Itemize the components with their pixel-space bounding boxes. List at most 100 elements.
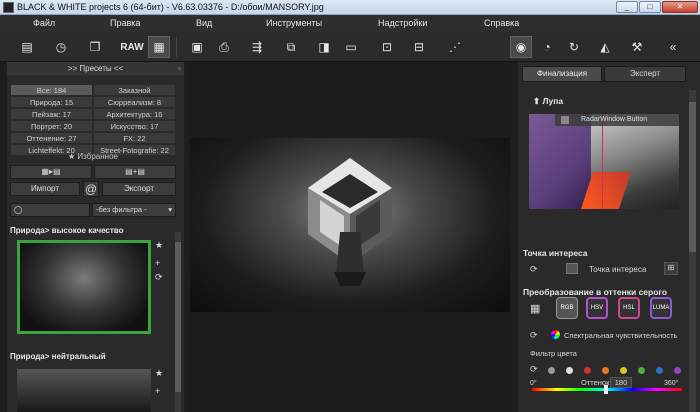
filter-blue-dot[interactable]	[656, 367, 663, 374]
menu-addons[interactable]: Надстройки	[378, 18, 427, 28]
loupe-preview[interactable]: RadarWindow Button	[529, 114, 679, 209]
compare-icon[interactable]: ▭	[340, 36, 362, 58]
filter-select[interactable]: -без фильтра - ▾	[92, 203, 176, 217]
mode-hsl-button[interactable]: HSL	[618, 297, 640, 319]
favorites-label[interactable]: ★ Избранное	[10, 151, 176, 163]
chevron-down-icon: ▾	[168, 205, 172, 214]
mode-label: LUMA	[652, 305, 670, 311]
sync-icon[interactable]: ⟳	[155, 272, 163, 283]
presets-scrollbar[interactable]	[175, 232, 181, 412]
add-list-icon[interactable]: ▤+▤	[94, 165, 176, 179]
tab-expert[interactable]: Эксперт	[604, 66, 686, 82]
collapse-icon[interactable]: «	[662, 36, 684, 58]
export-button[interactable]: Экспорт	[102, 182, 176, 196]
open-file-icon[interactable]: ▤	[16, 36, 38, 58]
grid-icon[interactable]: ▦	[530, 302, 540, 315]
filter-purple-dot[interactable]	[674, 367, 681, 374]
filter-gray-dot[interactable]	[548, 367, 555, 374]
clock-settings-icon[interactable]: ◔	[536, 36, 558, 58]
sync-icon[interactable]: ⟳	[530, 330, 538, 341]
batch-icon[interactable]: ⧉	[280, 36, 302, 58]
poi-settings-icon[interactable]: ⊞	[664, 262, 678, 275]
gallery-icon[interactable]: ▦	[148, 36, 170, 58]
category-item[interactable]: Оттенение: 27	[10, 132, 93, 144]
menu-help[interactable]: Справка	[484, 18, 519, 28]
favorite-star-icon[interactable]: ★	[155, 368, 163, 379]
grayscale-title: Преобразование в оттенки серого	[523, 287, 668, 297]
sync-icon[interactable]: ⟳	[530, 364, 538, 375]
tab-finalization[interactable]: Финализация	[522, 66, 602, 82]
close-button[interactable]: ✕	[662, 1, 698, 13]
split-line[interactable]	[602, 114, 603, 209]
preset-thumbnail[interactable]	[17, 240, 151, 334]
save-icon[interactable]: ▣	[186, 36, 208, 58]
maximize-button[interactable]: □	[639, 1, 661, 13]
color-filter-label: Фильтр цвета	[530, 349, 577, 358]
image-canvas[interactable]	[189, 62, 511, 412]
minimize-button[interactable]: _	[616, 1, 638, 13]
redo-icon[interactable]: ↻	[563, 36, 585, 58]
hue-input[interactable]: 180	[610, 377, 632, 388]
filter-green-dot[interactable]	[638, 367, 645, 374]
filter-white-dot[interactable]	[566, 367, 573, 374]
category-custom[interactable]: Заказной	[93, 84, 176, 96]
add-icon[interactable]: +	[155, 386, 160, 396]
spectral-label[interactable]: Спектральная чувствительность	[564, 331, 677, 340]
history-icon[interactable]: ◷	[50, 36, 72, 58]
category-all[interactable]: Все: 184	[10, 84, 93, 96]
filter-orange-dot[interactable]	[602, 367, 609, 374]
presets-header-label: >> Пресеты <<	[67, 64, 124, 73]
import-button[interactable]: Импорт	[10, 182, 80, 196]
bookmark-icon[interactable]: ◨	[313, 36, 335, 58]
menu-tools[interactable]: Инструменты	[266, 18, 322, 28]
scrollbar-thumb[interactable]	[689, 102, 696, 252]
loupe-title: Лупа	[542, 96, 564, 106]
print-icon[interactable]: ⎙	[213, 36, 235, 58]
window-title: BLACK & WHITE projects 6 (64-бит) - V6.6…	[17, 2, 324, 12]
radar-window-button[interactable]: RadarWindow Button	[555, 114, 679, 126]
preset-thumbnail[interactable]	[17, 369, 151, 412]
category-item[interactable]: Природа: 15	[10, 96, 93, 108]
main-photo[interactable]	[190, 138, 510, 312]
poi-icon[interactable]	[566, 263, 578, 274]
presets-header[interactable]: >> Пресеты << ▫	[7, 62, 184, 75]
sync-icon[interactable]: ⟳	[530, 264, 538, 275]
menu-file[interactable]: Файл	[33, 18, 55, 28]
plugin2-icon[interactable]: ⊟	[408, 36, 430, 58]
histogram-icon[interactable]: ⋰	[444, 36, 466, 58]
email-icon[interactable]: @	[83, 181, 99, 197]
menu-view[interactable]: Вид	[196, 18, 212, 28]
category-item[interactable]: Пейзаж: 17	[10, 108, 93, 120]
tools-icon[interactable]: ⚒	[626, 36, 648, 58]
mode-luma-button[interactable]: LUMA	[650, 297, 672, 319]
toolbar: ▤ ◷ ❐ RAW ▦ ▣ ⎙ ⇶ ⧉ ◨ ▭ ⊡ ⊟ ⋰ ◉ ◔ ↻ ◭ ⚒ …	[0, 32, 700, 62]
category-item[interactable]: Искусство: 17	[93, 120, 176, 132]
add-icon[interactable]: +	[155, 258, 160, 268]
mode-rgb-button[interactable]: RGB	[556, 297, 578, 319]
category-item[interactable]: Портрет: 20	[10, 120, 93, 132]
filter-yellow-dot[interactable]	[620, 367, 627, 374]
category-item[interactable]: FX: 22	[93, 132, 176, 144]
category-item[interactable]: Архитектура: 16	[93, 108, 176, 120]
search-input[interactable]: ◯	[10, 203, 90, 217]
mode-hsv-button[interactable]: HSV	[586, 297, 608, 319]
filter-value: -без фильтра -	[96, 205, 147, 214]
settings-panel: Финализация Эксперт ⬆ Лупа RadarWindow B…	[518, 62, 700, 412]
filter-red-dot[interactable]	[584, 367, 591, 374]
pin-icon[interactable]: ▫	[178, 62, 181, 75]
settings-scrollbar[interactable]	[689, 90, 696, 412]
preview-eye-icon[interactable]: ◉	[510, 36, 532, 58]
export-icon[interactable]: ⇶	[246, 36, 268, 58]
mode-label: RGB	[560, 305, 574, 311]
category-item[interactable]: Сюрреализм: 8	[93, 96, 176, 108]
favorite-star-icon[interactable]: ★	[155, 240, 163, 251]
split-view-icon[interactable]: ◭	[594, 36, 616, 58]
add-preset-icon[interactable]: ▦▸▤	[10, 165, 92, 179]
scrollbar-thumb[interactable]	[175, 242, 181, 392]
copy-icon[interactable]: ❐	[84, 36, 106, 58]
plugin-icon[interactable]: ⊡	[376, 36, 398, 58]
raw-button[interactable]: RAW	[120, 36, 144, 58]
hue-slider-handle[interactable]	[604, 385, 608, 394]
arrow-up-icon[interactable]: ⬆	[533, 96, 540, 106]
menu-edit[interactable]: Правка	[110, 18, 140, 28]
